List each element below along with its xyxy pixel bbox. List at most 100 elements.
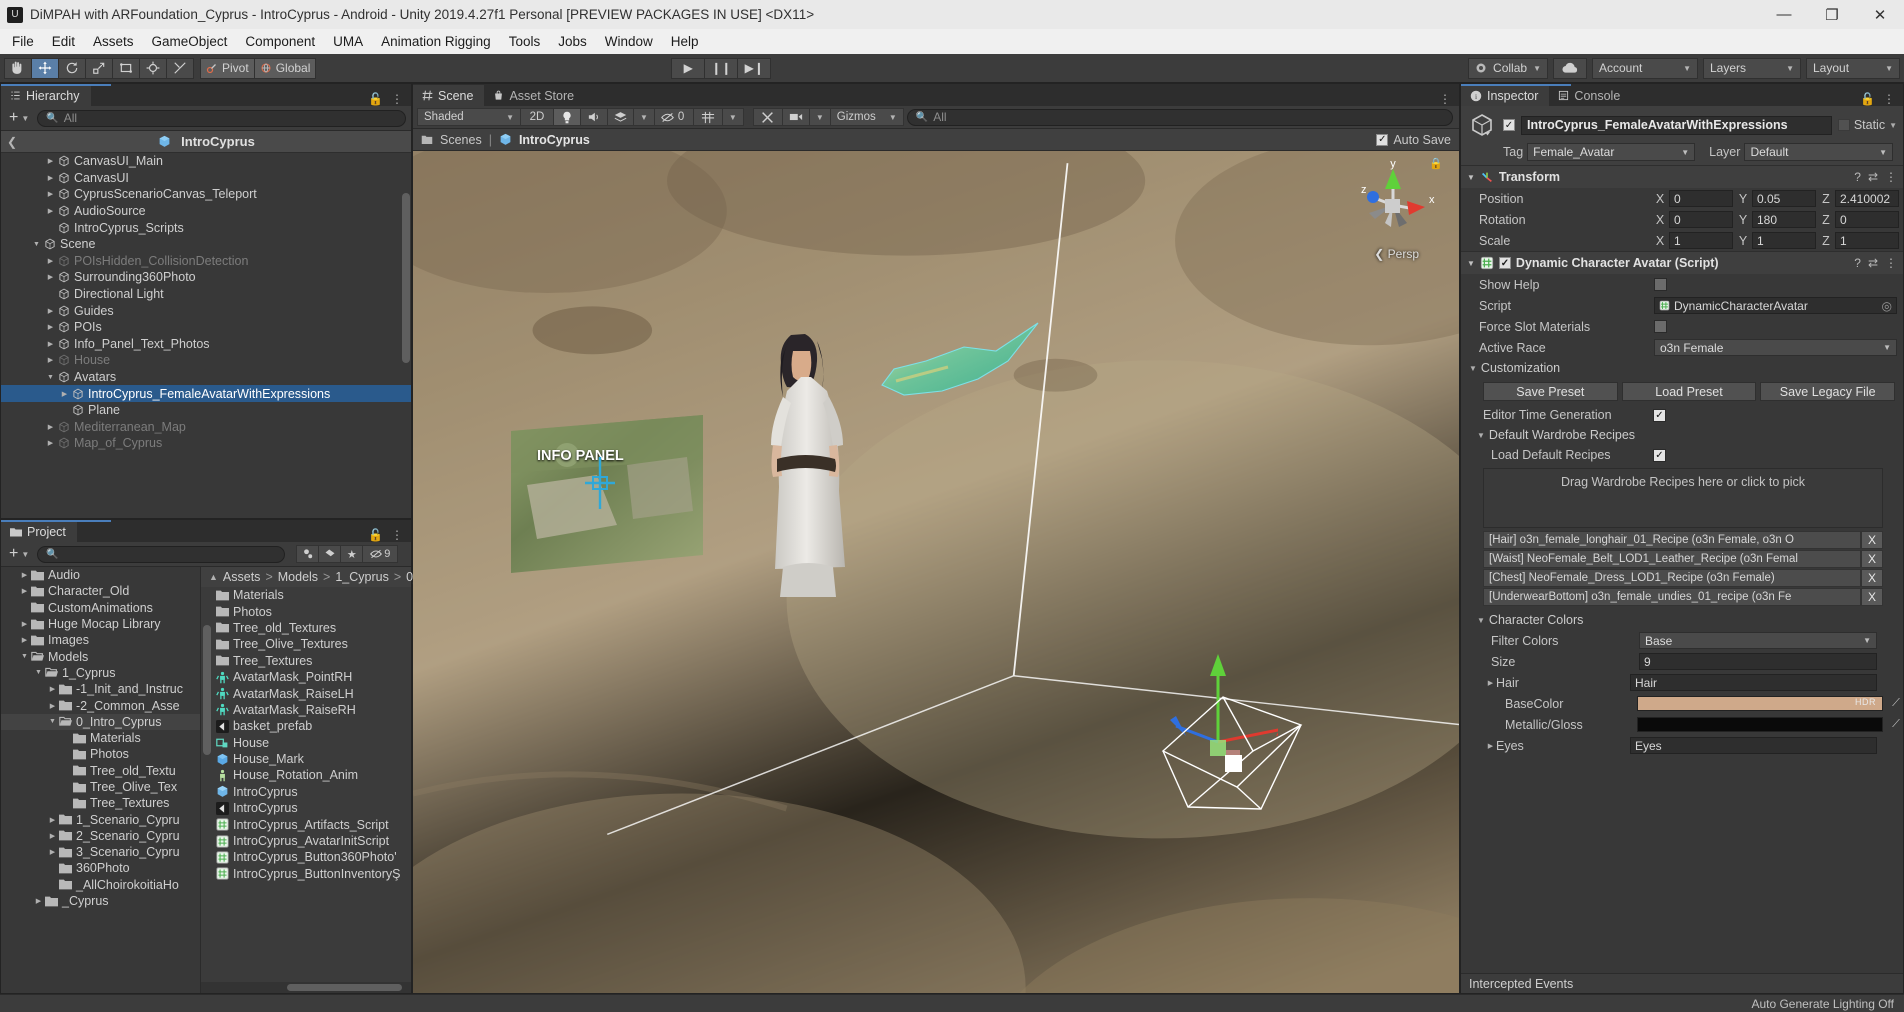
pivot-toggle-button[interactable]: Pivot (200, 57, 255, 79)
current-scene-label[interactable]: IntroCyprus (519, 133, 590, 147)
wardrobe-dropzone[interactable]: Drag Wardrobe Recipes here or click to p… (1483, 468, 1883, 528)
foldout-icon[interactable]: ▶ (45, 340, 56, 348)
scenes-label[interactable]: Scenes (440, 133, 482, 147)
foldout-icon[interactable]: ▶ (45, 157, 56, 165)
project-item[interactable]: IntroCyprus (201, 800, 411, 816)
gizmos-dropdown[interactable]: Gizmos ▼ (829, 108, 904, 126)
menu-file[interactable]: File (3, 31, 43, 52)
gameobject-icon[interactable] (1467, 111, 1497, 139)
foldout-icon[interactable]: ▶ (47, 702, 58, 710)
step-button[interactable]: ▶❙ (737, 57, 772, 79)
foldout-icon[interactable]: ▶ (45, 257, 56, 265)
color-group-value[interactable]: Hair (1630, 674, 1877, 691)
color-group-hair[interactable]: ▶ Hair Hair (1461, 672, 1903, 693)
project-folder-2-scenario-cypru[interactable]: ▶ 2_Scenario_Cypru (1, 828, 200, 844)
scale-y-field[interactable]: 1 (1752, 232, 1816, 249)
menu-window[interactable]: Window (596, 31, 662, 52)
dca-enabled-checkbox[interactable]: ✓ (1498, 257, 1511, 269)
foldout-icon[interactable]: ▶ (33, 897, 44, 905)
show-help-checkbox[interactable] (1654, 278, 1667, 291)
project-folder-materials[interactable]: ▶Materials (1, 730, 200, 746)
hierarchy-item-canvasui[interactable]: ▶ CanvasUI (1, 170, 411, 187)
remove-recipe-button[interactable]: X (1861, 588, 1883, 606)
persp-label[interactable]: ❮ Persp (1374, 247, 1419, 261)
rotation-z-field[interactable]: 0 (1835, 211, 1899, 228)
project-contents[interactable]: ▲ Assets>Models>1_Cyprus>0_In MaterialsP… (201, 567, 431, 993)
transform-tool-icon[interactable] (139, 57, 167, 79)
hierarchy-item-avatars[interactable]: ▼ Avatars (1, 369, 411, 386)
intercepted-events-foldout[interactable]: Intercepted Events (1461, 973, 1903, 993)
eyedropper-icon[interactable]: ⟋ (1889, 718, 1903, 731)
create-asset-button[interactable]: + ▼ (6, 545, 32, 563)
female-avatar-model[interactable] (743, 321, 873, 651)
tab-project[interactable]: Project (1, 521, 77, 542)
menu-assets[interactable]: Assets (84, 31, 143, 52)
color-group-eyes[interactable]: ▶ Eyes Eyes (1461, 735, 1903, 756)
filter-colors-dropdown[interactable]: Base ▼ (1639, 632, 1877, 649)
panel-menu-icon[interactable]: ⋮ (391, 528, 403, 542)
tab-inspector[interactable]: i Inspector (1461, 85, 1550, 106)
project-folder-3-scenario-cypru[interactable]: ▶ 3_Scenario_Cypru (1, 844, 200, 860)
menu-jobs[interactable]: Jobs (549, 31, 596, 52)
hierarchy-item-plane[interactable]: ▶Plane (1, 402, 411, 419)
hierarchy-item-introcyprus-scripts[interactable]: ▶IntroCyprus_Scripts (1, 219, 411, 236)
scene-grid-icon[interactable] (692, 108, 723, 126)
project-folder-tree-old-textu[interactable]: ▶Tree_old_Textu (1, 763, 200, 779)
cloud-button[interactable] (1553, 57, 1587, 79)
hierarchy-item-pois[interactable]: ▶ POIs (1, 319, 411, 336)
tab-console[interactable]: Console (1549, 85, 1631, 106)
project-folder-1-scenario-cypru[interactable]: ▶ 1_Scenario_Cypru (1, 811, 200, 827)
project-item[interactable]: House_Mark (201, 751, 411, 767)
project-folder-tree-textures[interactable]: ▶Tree_Textures (1, 795, 200, 811)
project-item[interactable]: IntroCyprus_ButtonInventoryŞ (201, 866, 411, 882)
project-folder-character-old[interactable]: ▶ Character_Old (1, 583, 200, 599)
wardrobe-recipe-label[interactable]: [Hair] o3n_female_longhair_01_Recipe (o3… (1483, 531, 1861, 549)
context-menu-icon[interactable]: ⋮ (1885, 256, 1897, 270)
active-race-dropdown[interactable]: o3n Female ▼ (1654, 339, 1897, 356)
project-folder-0-intro-cyprus[interactable]: ▼ 0_Intro_Cyprus (1, 713, 200, 730)
help-icon[interactable]: ? (1854, 256, 1861, 270)
position-x-field[interactable]: 0 (1669, 190, 1733, 207)
size-field[interactable]: 9 (1639, 653, 1877, 670)
dca-header[interactable]: ▼ ✓ Dynamic Character Avatar (Script) ? … (1461, 252, 1903, 274)
lock-icon[interactable]: 🔓 (368, 528, 383, 542)
project-item[interactable]: IntroCyprus_AvatarInitScript (201, 833, 411, 849)
foldout-icon[interactable]: ▶ (47, 685, 58, 693)
save-legacy-file-button[interactable]: Save Legacy File (1760, 382, 1896, 401)
rotation-x-field[interactable]: 0 (1669, 211, 1733, 228)
project-item[interactable]: AvatarMask_PointRH (201, 669, 411, 685)
foldout-icon[interactable]: ▶ (19, 636, 30, 644)
eyedropper-icon[interactable]: ⟋ (1889, 697, 1903, 710)
create-object-button[interactable]: + ▼ (6, 109, 32, 127)
context-menu-icon[interactable]: ⋮ (1885, 170, 1897, 184)
hierarchy-tree[interactable]: ▶ CanvasUI_Main ▶ CanvasUI ▶ CyprusScenarioCa… (1, 153, 411, 518)
project-item[interactable]: basket_prefab (201, 718, 411, 734)
default-wardrobe-foldout[interactable]: ▼ Default Wardrobe Recipes (1461, 425, 1903, 445)
scroll-up-icon[interactable]: ▲ (209, 572, 218, 582)
project-item[interactable]: House (201, 735, 411, 751)
hierarchy-item-poishidden-collisiondetection[interactable]: ▶ POIsHidden_CollisionDetection (1, 253, 411, 270)
menu-uma[interactable]: UMA (324, 31, 372, 52)
foldout-icon[interactable]: ▶ (45, 273, 56, 281)
position-y-field[interactable]: 0.05 (1752, 190, 1816, 207)
scene-tools-icon[interactable] (752, 108, 783, 126)
transform-header[interactable]: ▼ Transform ? ⇄ ⋮ (1461, 166, 1903, 188)
project-item[interactable]: AvatarMask_RaiseRH (201, 702, 411, 718)
layers-button[interactable]: Layers ▼ (1703, 57, 1801, 79)
tab-hierarchy[interactable]: Hierarchy (1, 85, 91, 106)
project-folder-tree[interactable]: ▶Audio▶Character_Old▶CustomAnimations▶Hu… (1, 567, 201, 993)
menu-component[interactable]: Component (236, 31, 324, 52)
scene-viewport[interactable]: INFO PANEL y x z 🔒 ❮ Persp (413, 151, 1459, 993)
menu-help[interactable]: Help (662, 31, 708, 52)
breadcrumb-segment[interactable]: Assets (223, 570, 261, 584)
project-folder-huge-mocap-library[interactable]: ▶ Huge Mocap Library (1, 616, 200, 632)
preset-icon[interactable]: ⇄ (1868, 170, 1878, 184)
account-button[interactable]: Account ▼ (1592, 57, 1698, 79)
static-toggle[interactable]: Static ▼ (1837, 118, 1897, 132)
hand-tool-icon[interactable] (4, 57, 32, 79)
foldout-icon[interactable]: ▶ (1485, 679, 1496, 687)
foldout-icon[interactable]: ▶ (45, 207, 56, 215)
foldout-icon[interactable]: ▶ (45, 356, 56, 364)
breadcrumb-segment[interactable]: Models (278, 570, 318, 584)
foldout-icon[interactable]: ▶ (1485, 742, 1496, 750)
